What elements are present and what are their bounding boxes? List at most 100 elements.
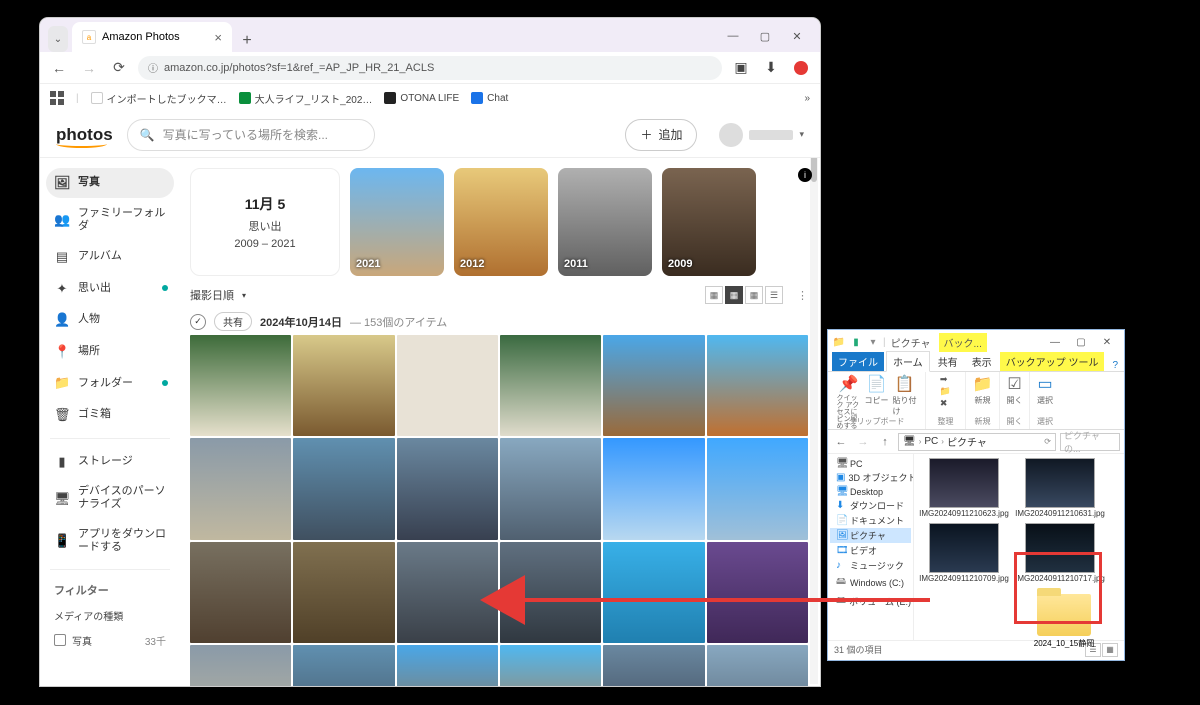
- photo-thumb[interactable]: [293, 335, 394, 436]
- tab-view[interactable]: 表示: [966, 352, 998, 371]
- sidebar-item-albums[interactable]: ▤アルバム: [46, 242, 174, 272]
- memory-thumb[interactable]: 2009: [662, 168, 756, 276]
- photo-thumb[interactable]: [397, 645, 498, 686]
- photo-thumb[interactable]: [190, 645, 291, 686]
- new-tab-button[interactable]: +: [236, 30, 258, 52]
- photo-thumb[interactable]: [500, 542, 601, 643]
- move-icon[interactable]: ➡: [940, 374, 951, 385]
- view-list-icon[interactable]: ☰: [765, 286, 783, 304]
- up-button[interactable]: ↑: [876, 433, 894, 451]
- photo-thumb[interactable]: [293, 438, 394, 539]
- delete-icon[interactable]: ✖: [940, 398, 951, 409]
- sidebar-item-memories[interactable]: ✦思い出: [46, 274, 174, 304]
- tree-item-pictures[interactable]: 🖼ピクチャ: [830, 528, 911, 543]
- sidebar-item-storage[interactable]: ▮ストレージ: [46, 447, 174, 477]
- qat-icon[interactable]: ▾: [866, 335, 880, 349]
- back-button[interactable]: ←: [48, 57, 70, 79]
- photo-thumb[interactable]: [397, 438, 498, 539]
- file-item[interactable]: IMG20240911210709.jpg: [918, 523, 1010, 584]
- bookmark-item[interactable]: Chat: [471, 92, 508, 104]
- apps-icon[interactable]: [50, 91, 64, 105]
- search-input[interactable]: 🔍 写真に写っている場所を検索...: [127, 119, 375, 151]
- checkbox-icon[interactable]: [54, 634, 66, 646]
- pin-quick-access-button[interactable]: 📌クイック アクセスにピン留めする: [837, 374, 861, 398]
- photo-thumb[interactable]: [500, 438, 601, 539]
- extensions-icon[interactable]: ▣: [730, 57, 752, 79]
- tab-history-dropdown[interactable]: ⌄: [48, 26, 68, 52]
- forward-button[interactable]: →: [854, 433, 872, 451]
- maximize-button[interactable]: ▢: [1068, 332, 1094, 352]
- photo-thumb[interactable]: [707, 438, 808, 539]
- maximize-button[interactable]: ▢: [750, 24, 780, 48]
- memory-thumb[interactable]: 2021: [350, 168, 444, 276]
- tab-backup-tools[interactable]: バックアップ ツール: [1000, 352, 1105, 371]
- photo-thumb[interactable]: [397, 335, 498, 436]
- sidebar-item-places[interactable]: 📍場所: [46, 337, 174, 367]
- browser-tab[interactable]: a Amazon Photos ×: [72, 22, 232, 52]
- back-button[interactable]: ←: [832, 433, 850, 451]
- url-field[interactable]: ⓘ amazon.co.jp/photos?sf=1&ref_=AP_JP_HR…: [138, 56, 722, 80]
- file-pane[interactable]: IMG20240911210623.jpg IMG20240911210631.…: [914, 454, 1124, 640]
- tab-share[interactable]: 共有: [932, 352, 964, 371]
- profile-icon[interactable]: [790, 57, 812, 79]
- photo-thumb[interactable]: [190, 335, 291, 436]
- memories-card[interactable]: 11月 5 思い出 2009 – 2021: [190, 168, 340, 276]
- breadcrumb[interactable]: 🖥 › PC › ピクチャ ⟳: [898, 433, 1056, 451]
- close-button[interactable]: ✕: [782, 24, 812, 48]
- sidebar-item-getapp[interactable]: 📱アプリをダウンロードする: [46, 521, 174, 561]
- tree-item-downloads[interactable]: ⬇ダウンロード: [830, 498, 911, 513]
- file-item[interactable]: IMG20240911210631.jpg: [1014, 458, 1106, 519]
- photo-thumb[interactable]: [707, 335, 808, 436]
- tab-file[interactable]: ファイル: [832, 352, 884, 371]
- tree-item-documents[interactable]: 📄ドキュメント: [830, 513, 911, 528]
- photo-thumb[interactable]: [500, 335, 601, 436]
- photo-thumb[interactable]: [707, 542, 808, 643]
- memory-thumb[interactable]: 2012: [454, 168, 548, 276]
- sort-label[interactable]: 撮影日順: [190, 287, 234, 303]
- tab-home[interactable]: ホーム: [886, 351, 930, 372]
- tree-item-drive-c[interactable]: 🖴Windows (C:): [830, 573, 911, 592]
- explorer-search-input[interactable]: ピクチャの...: [1060, 433, 1120, 451]
- open-button[interactable]: ☑開く: [1003, 374, 1027, 398]
- photo-thumb[interactable]: [707, 645, 808, 686]
- share-chip[interactable]: 共有: [214, 312, 252, 331]
- bookmark-item[interactable]: OTONA LIFE: [384, 92, 459, 104]
- memory-thumb[interactable]: 2011: [558, 168, 652, 276]
- info-icon[interactable]: i: [798, 168, 812, 182]
- reload-button[interactable]: ⟳: [108, 57, 130, 79]
- site-info-icon[interactable]: ⓘ: [148, 60, 158, 75]
- qat-icon[interactable]: ▮: [849, 335, 863, 349]
- file-item[interactable]: IMG20240911210623.jpg: [918, 458, 1010, 519]
- tree-item-pc[interactable]: 🖥PC: [830, 457, 911, 470]
- view-small-icon[interactable]: ▦: [745, 286, 763, 304]
- filter-item-photos[interactable]: 写真 33千: [46, 629, 174, 652]
- logo[interactable]: photos: [56, 125, 113, 145]
- tree-item-drive-e[interactable]: 🖴ボリューム (E:): [830, 592, 911, 611]
- photo-thumb[interactable]: [603, 645, 704, 686]
- sidebar-item-photos[interactable]: 🖼写真: [46, 168, 174, 198]
- bookmarks-overflow-icon[interactable]: »: [804, 93, 810, 104]
- photo-thumb[interactable]: [603, 438, 704, 539]
- sidebar-item-folders[interactable]: 📁フォルダー: [46, 368, 174, 398]
- ribbon-help-icon[interactable]: ?: [1106, 360, 1124, 371]
- select-button[interactable]: ▭選択: [1033, 374, 1057, 398]
- more-icon[interactable]: ⋮: [797, 289, 808, 302]
- sidebar-item-family[interactable]: 👥ファミリーフォルダ: [46, 200, 174, 240]
- photo-thumb[interactable]: [190, 542, 291, 643]
- forward-button[interactable]: →: [78, 57, 100, 79]
- tree-item-music[interactable]: ♪ミュージック: [830, 558, 911, 573]
- new-folder-button[interactable]: 📁新規: [971, 374, 995, 398]
- sidebar-item-people[interactable]: 👤人物: [46, 305, 174, 335]
- tab-close-icon[interactable]: ×: [214, 30, 222, 45]
- tree-item-desktop[interactable]: 🖥Desktop: [830, 485, 911, 498]
- tree-item-videos[interactable]: 🎞ビデオ: [830, 543, 911, 558]
- sidebar-item-trash[interactable]: 🗑ゴミ箱: [46, 400, 174, 430]
- copy-to-icon[interactable]: 📁: [940, 386, 951, 397]
- select-all-checkbox[interactable]: ✓: [190, 314, 206, 330]
- minimize-button[interactable]: —: [1042, 332, 1068, 352]
- scrollbar[interactable]: [810, 112, 818, 684]
- account-menu[interactable]: ▾: [719, 123, 804, 147]
- bookmark-item[interactable]: インポートしたブックマ…: [91, 91, 227, 106]
- minimize-button[interactable]: —: [718, 24, 748, 48]
- bookmark-item[interactable]: 大人ライフ_リスト_202…: [239, 91, 373, 106]
